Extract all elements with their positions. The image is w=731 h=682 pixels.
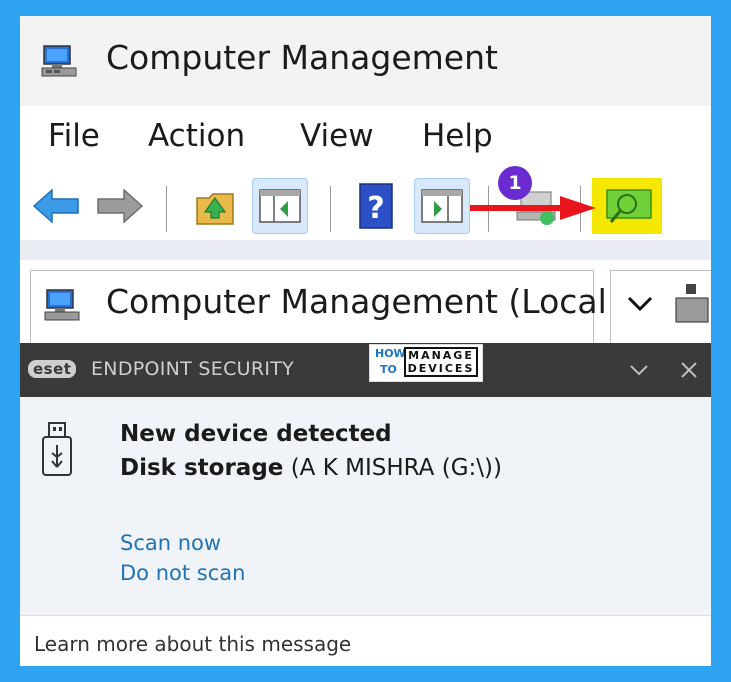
show-hide-console-tree-button[interactable] <box>252 178 308 234</box>
back-button[interactable] <box>28 178 84 234</box>
computer-management-icon <box>44 289 80 321</box>
tree-root-item[interactable]: Computer Management (Local <box>106 282 607 321</box>
watermark-how: HOW <box>375 347 406 360</box>
do-not-scan-link[interactable]: Do not scan <box>120 561 245 585</box>
connect-computer-icon <box>606 189 652 223</box>
close-icon <box>681 362 697 378</box>
device-detail: (A K MISHRA (G:\)) <box>290 455 502 481</box>
collapse-button[interactable] <box>624 355 654 385</box>
watermark-to: TO <box>380 363 397 376</box>
notification-title: New device detected <box>120 421 392 447</box>
up-folder-button[interactable] <box>188 178 244 234</box>
back-arrow-icon <box>32 188 79 224</box>
eset-product-name: ENDPOINT SECURITY <box>91 358 295 380</box>
scan-now-link[interactable]: Scan now <box>120 531 221 555</box>
computer-management-icon <box>41 45 77 77</box>
notification-device-line: Disk storage (A K MISHRA (G:\)) <box>120 455 502 481</box>
forward-arrow-icon <box>97 188 144 224</box>
menu-help[interactable]: Help <box>422 118 493 154</box>
close-button[interactable] <box>674 355 704 385</box>
menu-view[interactable]: View <box>300 118 374 154</box>
connect-computer-button[interactable] <box>592 178 662 234</box>
menu-action[interactable]: Action <box>148 118 245 154</box>
watermark-brand-top: MANAGE <box>408 349 474 362</box>
title-bar: Computer Management <box>20 16 711 106</box>
svg-text:?: ? <box>367 191 384 226</box>
computer-management-window: Computer Management File Action View Hel… <box>20 16 711 666</box>
watermark-brand: MANAGE DEVICES <box>404 347 478 377</box>
help-icon: ? <box>359 183 393 229</box>
toolbar-separator <box>166 186 167 232</box>
eset-logo: eset <box>28 360 77 378</box>
watermark-brand-bottom: DEVICES <box>407 362 475 375</box>
eset-notification: eset ENDPOINT SECURITY New device detect… <box>20 343 711 666</box>
window-title: Computer Management <box>106 38 498 77</box>
annotation-arrow <box>470 196 596 220</box>
eset-header: eset ENDPOINT SECURITY <box>20 343 711 397</box>
toolbar-separator <box>330 186 331 232</box>
how-to-manage-devices-watermark: HOW TO MANAGE DEVICES <box>369 344 483 382</box>
show-hide-action-pane-button[interactable] <box>414 178 470 234</box>
toolbar-divider-strip <box>20 240 711 260</box>
device-type: Disk storage <box>120 455 284 481</box>
usb-drive-icon <box>42 422 72 476</box>
up-folder-icon <box>196 193 234 225</box>
help-button[interactable]: ? <box>348 178 404 234</box>
chevron-down-icon[interactable] <box>626 294 654 314</box>
chevron-down-icon <box>630 365 648 376</box>
callout-number-badge: 1 <box>498 166 532 200</box>
show-hide-action-pane-icon <box>421 189 463 223</box>
show-hide-tree-icon <box>259 189 301 223</box>
learn-more-link[interactable]: Learn more about this message <box>34 632 351 656</box>
menu-file[interactable]: File <box>48 118 100 154</box>
forward-button[interactable] <box>92 178 148 234</box>
computer-icon <box>675 284 709 323</box>
